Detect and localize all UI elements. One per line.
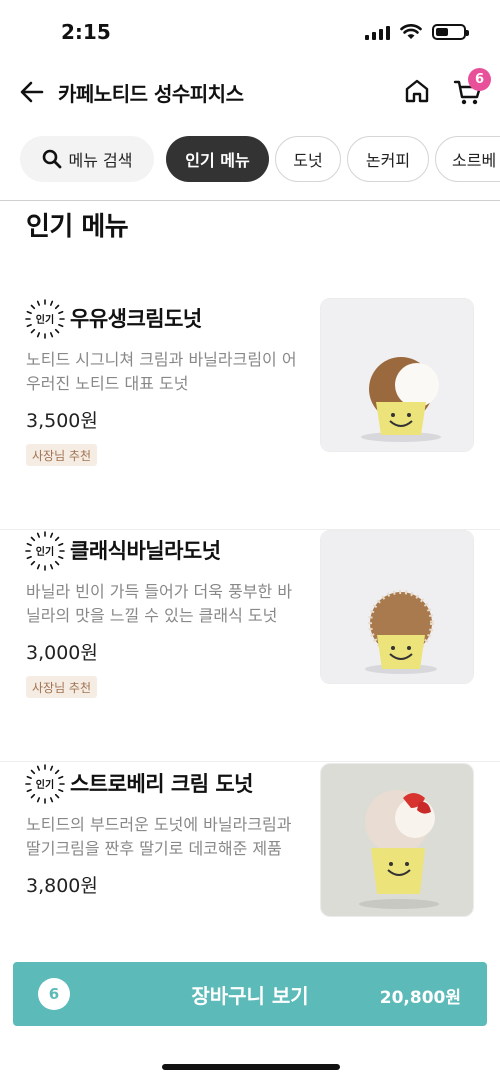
chip-popular[interactable]: 인기 메뉴 (166, 136, 269, 182)
section-title: 인기 메뉴 (26, 212, 129, 242)
item-description: 노티드의 부드러운 도넛에 바닐라크림과 딸기크림을 짠후 딸기로 데코해준 제… (26, 815, 292, 858)
item-price: 3,500원 (26, 410, 98, 432)
store-title: 카페노티드 성수피치스 (58, 82, 244, 106)
menu-item-milk-cream-donut[interactable]: 인기 우유생크림도넛 노티드 시그니쳐 크림과 바닐라크림이 어우러진 노티드 … (0, 298, 500, 530)
item-price: 3,800원 (26, 875, 98, 897)
signal-icon (365, 25, 390, 40)
item-price: 3,000원 (26, 642, 98, 664)
popular-badge-text: 인기 (36, 545, 54, 558)
popular-badge-icon: 인기 (25, 299, 65, 339)
home-indicator (162, 1064, 340, 1070)
status-time: 2:15 (61, 20, 111, 44)
view-cart-button[interactable]: 6 장바구니 보기 20,800원 (13, 962, 487, 1026)
search-label: 메뉴 검색 (68, 151, 133, 170)
wifi-icon (400, 24, 422, 39)
item-description: 바닐라 빈이 가득 들어가 더욱 풍부한 바닐라의 맛을 느낄 수 있는 클래식… (26, 582, 293, 625)
app-header: 카페노티드 성수피치스 (0, 62, 500, 122)
popular-badge-icon: 인기 (25, 531, 65, 571)
recommend-tag: 사장님 추천 (26, 676, 98, 698)
item-name: 우유생크림도넛 (70, 307, 202, 331)
status-bar: 2:15 (0, 0, 500, 62)
category-chips: 메뉴 검색 인기 메뉴 도넛 논커피 소르베 (0, 134, 500, 186)
home-icon[interactable] (402, 76, 432, 106)
chip-non-coffee[interactable]: 논커피 (347, 136, 429, 182)
back-arrow-icon[interactable] (18, 78, 46, 106)
popular-badge-text: 인기 (36, 778, 54, 791)
item-name: 클래식바닐라도넛 (70, 539, 221, 563)
popular-badge-text: 인기 (36, 313, 54, 326)
search-icon (42, 149, 61, 169)
menu-search-button[interactable]: 메뉴 검색 (20, 136, 154, 182)
recommend-tag: 사장님 추천 (26, 444, 98, 466)
chip-donut[interactable]: 도넛 (275, 136, 341, 182)
donut-image (320, 530, 474, 684)
donut-image (320, 298, 474, 452)
menu-item-classic-vanilla-donut[interactable]: 인기 클래식바닐라도넛 바닐라 빈이 가득 들어가 더욱 풍부한 바닐라의 맛을… (0, 530, 500, 762)
divider (0, 200, 500, 201)
battery-icon (432, 24, 469, 40)
donut-image (320, 763, 474, 917)
menu-item-strawberry-cream-donut[interactable]: 인기 스트로베리 크림 도넛 노티드의 부드러운 도넛에 바닐라크림과 딸기크림… (0, 763, 500, 995)
cart-badge: 6 (468, 68, 491, 91)
status-icons (365, 24, 469, 40)
item-description: 노티드 시그니쳐 크림과 바닐라크림이 어우러진 노티드 대표 도넛 (26, 350, 297, 393)
item-name: 스트로베리 크림 도넛 (70, 772, 254, 796)
popular-badge-icon: 인기 (25, 764, 65, 804)
chip-sorbet[interactable]: 소르베 (435, 136, 500, 182)
cart-total: 20,800원 (379, 988, 461, 1008)
divider (0, 761, 500, 762)
